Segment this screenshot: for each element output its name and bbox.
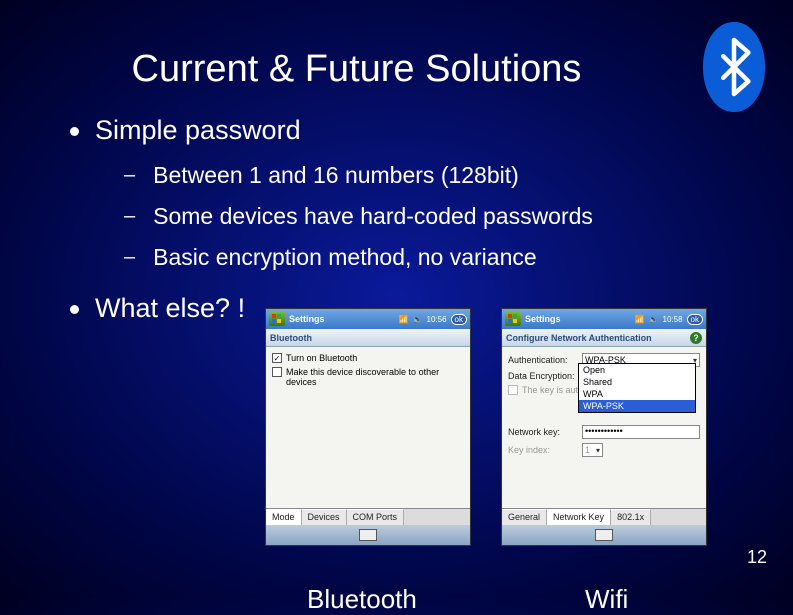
signal-icon: 📶 — [635, 315, 645, 324]
soft-key-bar — [502, 525, 706, 545]
tab-8021x[interactable]: 802.1x — [611, 509, 651, 525]
caption-bluetooth: Bluetooth — [307, 584, 417, 615]
dropdown-option[interactable]: Shared — [579, 376, 695, 388]
subtitle-text: Configure Network Authentication — [506, 333, 652, 343]
tab-devices[interactable]: Devices — [302, 509, 347, 525]
netkey-label: Network key: — [508, 427, 578, 437]
sub-bullet-list: – Between 1 and 16 numbers (128bit) – So… — [70, 162, 723, 271]
tab-general[interactable]: General — [502, 509, 547, 525]
keyindex-value: 1 — [585, 445, 590, 455]
bullet-dash-icon: – — [124, 246, 135, 269]
checkbox-label: Turn on Bluetooth — [286, 353, 357, 363]
sound-icon: 🔈 — [413, 315, 423, 324]
bullet-text: Between 1 and 16 numbers (128bit) — [153, 162, 519, 189]
bullet-text: Basic encryption method, no variance — [153, 244, 537, 271]
caption-wifi: Wifi — [585, 584, 628, 615]
sound-icon: 🔈 — [649, 315, 659, 324]
auth-dropdown[interactable]: Open Shared WPA WPA-PSK — [578, 363, 696, 413]
bullet-level2: – Some devices have hard-coded passwords — [124, 203, 723, 230]
screenshots-row: Settings 📶 🔈 10:56 ok Bluetooth ✓ Turn o… — [0, 308, 707, 546]
clock: 10:58 — [663, 315, 683, 324]
checkbox-row: ✓ Turn on Bluetooth — [272, 353, 464, 363]
bullet-level2: – Between 1 and 16 numbers (128bit) — [124, 162, 723, 189]
form-row-keyindex: Key index: 1 — [508, 443, 700, 457]
start-icon[interactable] — [505, 312, 521, 326]
bluetooth-icon — [716, 36, 752, 98]
bullet-dash-icon: – — [124, 205, 135, 228]
start-icon[interactable] — [269, 312, 285, 326]
bullet-dot-icon — [70, 127, 79, 136]
soft-key-bar — [266, 525, 470, 545]
tab-bar: Mode Devices COM Ports — [266, 508, 470, 525]
keyboard-icon[interactable] — [359, 529, 377, 541]
auth-label: Authentication: — [508, 355, 578, 365]
bullet-level1: Simple password — [70, 115, 723, 146]
bullet-text: Simple password — [95, 115, 301, 146]
checkbox-autokey[interactable] — [508, 385, 518, 395]
slide-content: Simple password – Between 1 and 16 numbe… — [0, 91, 793, 324]
titlebar: Settings 📶 🔈 10:56 ok — [266, 309, 470, 329]
checkbox-row: Make this device discoverable to other d… — [272, 367, 464, 387]
slide-title: Current & Future Solutions — [0, 0, 793, 91]
enc-label: Data Encryption: — [508, 371, 578, 381]
settings-body: Authentication: WPA-PSK Data Encryption:… — [502, 347, 706, 525]
page-subtitle: Bluetooth — [266, 329, 470, 347]
ok-button[interactable]: ok — [687, 314, 703, 325]
titlebar: Settings 📶 🔈 10:58 ok — [502, 309, 706, 329]
keyboard-icon[interactable] — [595, 529, 613, 541]
dropdown-option[interactable]: Open — [579, 364, 695, 376]
bullet-dash-icon: – — [124, 164, 135, 187]
checkbox-turn-on[interactable]: ✓ — [272, 353, 282, 363]
checkbox-discoverable[interactable] — [272, 367, 282, 377]
page-subtitle: Configure Network Authentication ? — [502, 329, 706, 347]
ok-button[interactable]: ok — [451, 314, 467, 325]
window-title: Settings — [289, 314, 395, 324]
form-row-netkey: Network key: •••••••••••• — [508, 425, 700, 439]
bluetooth-logo — [703, 22, 765, 112]
dropdown-option-selected[interactable]: WPA-PSK — [579, 400, 695, 412]
subtitle-text: Bluetooth — [270, 333, 312, 343]
dropdown-option[interactable]: WPA — [579, 388, 695, 400]
bullet-text: Some devices have hard-coded passwords — [153, 203, 593, 230]
screenshot-bluetooth: Settings 📶 🔈 10:56 ok Bluetooth ✓ Turn o… — [265, 308, 471, 546]
keyindex-label: Key index: — [508, 445, 578, 455]
clock: 10:56 — [427, 315, 447, 324]
tab-comports[interactable]: COM Ports — [347, 509, 405, 525]
checkbox-label: Make this device discoverable to other d… — [286, 367, 464, 387]
page-number: 12 — [747, 547, 767, 568]
bullet-level2: – Basic encryption method, no variance — [124, 244, 723, 271]
settings-body: ✓ Turn on Bluetooth Make this device dis… — [266, 347, 470, 525]
help-icon[interactable]: ? — [690, 332, 702, 344]
tab-mode[interactable]: Mode — [266, 509, 302, 525]
tab-networkkey[interactable]: Network Key — [547, 509, 611, 525]
screenshot-wifi: Settings 📶 🔈 10:58 ok Configure Network … — [501, 308, 707, 546]
window-title: Settings — [525, 314, 631, 324]
tab-bar: General Network Key 802.1x — [502, 508, 706, 525]
netkey-input[interactable]: •••••••••••• — [582, 425, 700, 439]
signal-icon: 📶 — [399, 315, 409, 324]
keyindex-select[interactable]: 1 — [582, 443, 603, 457]
